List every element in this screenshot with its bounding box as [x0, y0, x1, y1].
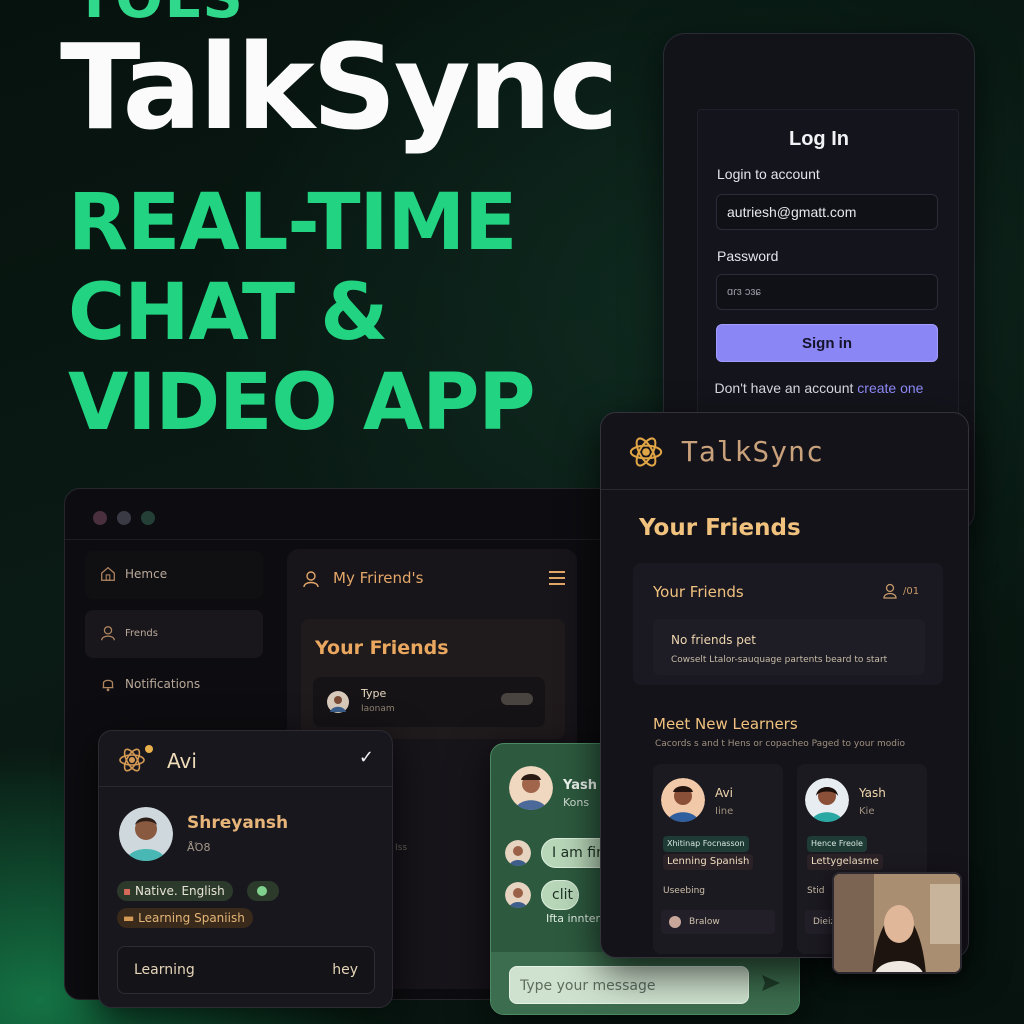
learner-card[interactable]: Avi Iine Xhitinap Focnasson Lenning Span…	[653, 764, 783, 954]
learner-action-label: Bralow	[689, 917, 720, 927]
hero-subtitle-line: VIDEO APP	[68, 358, 536, 448]
chat-contact-status: Kons	[563, 796, 590, 809]
toggle-switch[interactable]	[501, 693, 533, 705]
header-divider	[601, 489, 968, 490]
chat-message-bubble: clit	[541, 880, 579, 910]
language-tag: Hence Freole	[807, 836, 867, 852]
password-label: Password	[717, 248, 779, 264]
login-subtitle: Login to account	[717, 166, 820, 182]
avatar	[327, 691, 349, 713]
create-account-link[interactable]: create one	[857, 380, 923, 396]
language-tag: Lenning Spanish	[663, 854, 754, 870]
video-feed-person	[834, 874, 960, 972]
app-brand-name: TalkSync	[681, 435, 824, 468]
message-label: Learning	[134, 962, 195, 978]
login-title: Log In	[789, 128, 849, 150]
email-field[interactable]: autriesh@gmatt.com	[716, 194, 938, 230]
section-heading: Meet New Learners	[653, 715, 798, 733]
card-header: Avi ✓	[99, 731, 392, 787]
language-tag: Lettygelasme	[807, 854, 883, 870]
sidebar-item-notifications[interactable]: Notifications	[85, 661, 263, 709]
badge-label: Native. English	[134, 884, 225, 898]
friends-section: Your Friends Type Iaonam	[301, 619, 565, 739]
window-minimize-dot[interactable]	[117, 511, 131, 525]
sign-in-button[interactable]: Sign in	[716, 324, 938, 362]
user-icon	[101, 626, 115, 641]
empty-state-title: No friends pet	[671, 633, 757, 647]
learner-sub: Kie	[859, 806, 875, 817]
avatar	[661, 778, 705, 822]
learner-sub: Iine	[715, 806, 734, 817]
message-text: hey	[332, 962, 358, 978]
learner-name: Yash	[859, 786, 886, 800]
user-icon	[303, 571, 319, 588]
avatar	[669, 916, 681, 928]
window-close-dot[interactable]	[93, 511, 107, 525]
friends-section: Your Friends /01 No friends pet Cowselt …	[633, 563, 943, 685]
learning-language-badge: ▬ Learning Spaniish	[117, 908, 253, 928]
friend-count: /01	[903, 586, 920, 597]
list-item[interactable]: Type Iaonam	[313, 677, 545, 727]
send-icon[interactable]	[761, 974, 781, 992]
avatar	[119, 807, 173, 861]
user-status: ÅΌ8	[187, 841, 211, 854]
user-icon	[883, 583, 897, 599]
user-name: Shreyansh	[187, 813, 289, 833]
avatar	[505, 840, 531, 866]
message-meta: Iss	[395, 843, 408, 853]
toggle-switch[interactable]	[247, 881, 279, 901]
bell-icon	[102, 679, 114, 692]
badge-label: Learning Spaniish	[138, 911, 245, 925]
window-titlebar-divider	[65, 539, 623, 540]
video-call-tile[interactable]	[832, 872, 962, 974]
signup-prompt: Don't have an account create one	[664, 380, 974, 396]
chat-composer: Type your message	[491, 952, 799, 1014]
check-icon[interactable]: ✓	[359, 747, 374, 768]
list-item-sub: Iaonam	[361, 704, 395, 714]
hero-subtitle: REAL-TIME CHAT & VIDEO APP	[68, 178, 536, 448]
section-description: Cacords s and t Hens or copacheo Paged t…	[655, 739, 906, 749]
atom-logo-icon	[119, 748, 145, 772]
signup-prompt-text: Don't have an account	[714, 380, 854, 396]
empty-state-text: Cowselt Ltalor-sauquage partents beard t…	[671, 655, 888, 665]
atom-logo-icon	[629, 437, 663, 467]
learner-status: Stid	[807, 886, 825, 896]
panel-title: My Frirend's	[333, 569, 424, 587]
page-title: Your Friends	[639, 515, 801, 541]
sidebar-item-home[interactable]: Hemce	[85, 551, 263, 599]
sidebar-item-label: Frends	[125, 628, 158, 639]
message-row[interactable]: Learning hey	[117, 946, 375, 994]
learner-name: Avi	[715, 786, 733, 800]
empty-state: No friends pet Cowselt Ltalor-sauquage p…	[653, 619, 925, 675]
card-header-name: Avi	[167, 749, 197, 773]
message-input[interactable]: Type your message	[509, 966, 749, 1004]
sidebar-item-label: Hemce	[125, 567, 168, 581]
menu-icon[interactable]	[549, 571, 565, 589]
language-tag: Xhitinap Focnasson	[663, 836, 749, 852]
chat-contact-name: Yash	[563, 778, 597, 793]
hero-subtitle-line: CHAT &	[68, 268, 388, 358]
hero-title: TalkSync	[60, 18, 619, 156]
avatar	[805, 778, 849, 822]
avatar	[505, 882, 531, 908]
learner-action-button[interactable]: Bralow	[661, 910, 775, 934]
window-maximize-dot[interactable]	[141, 511, 155, 525]
native-language-badge: ▪ Native. English	[117, 881, 233, 901]
password-field[interactable]: ɑɾɜ ɔɜɕ	[716, 274, 938, 310]
online-dot	[145, 745, 153, 753]
list-item-name: Type	[361, 687, 387, 700]
user-profile-card: Avi ✓ Shreyansh ÅΌ8 ▪ Native. English ▬ …	[98, 730, 393, 1008]
avatar	[509, 766, 553, 810]
learner-status: Useebing	[663, 886, 705, 896]
flag-uk-icon: ▪	[123, 884, 132, 898]
hero-subtitle-line: REAL-TIME	[68, 178, 517, 268]
section-heading: Your Friends	[653, 583, 744, 601]
flag-icon: ▬	[123, 911, 135, 925]
sidebar-item-friends[interactable]: Frends	[85, 610, 263, 658]
home-icon	[101, 566, 115, 581]
sidebar-item-label: Notifications	[125, 677, 201, 691]
section-heading: Your Friends	[315, 637, 449, 659]
